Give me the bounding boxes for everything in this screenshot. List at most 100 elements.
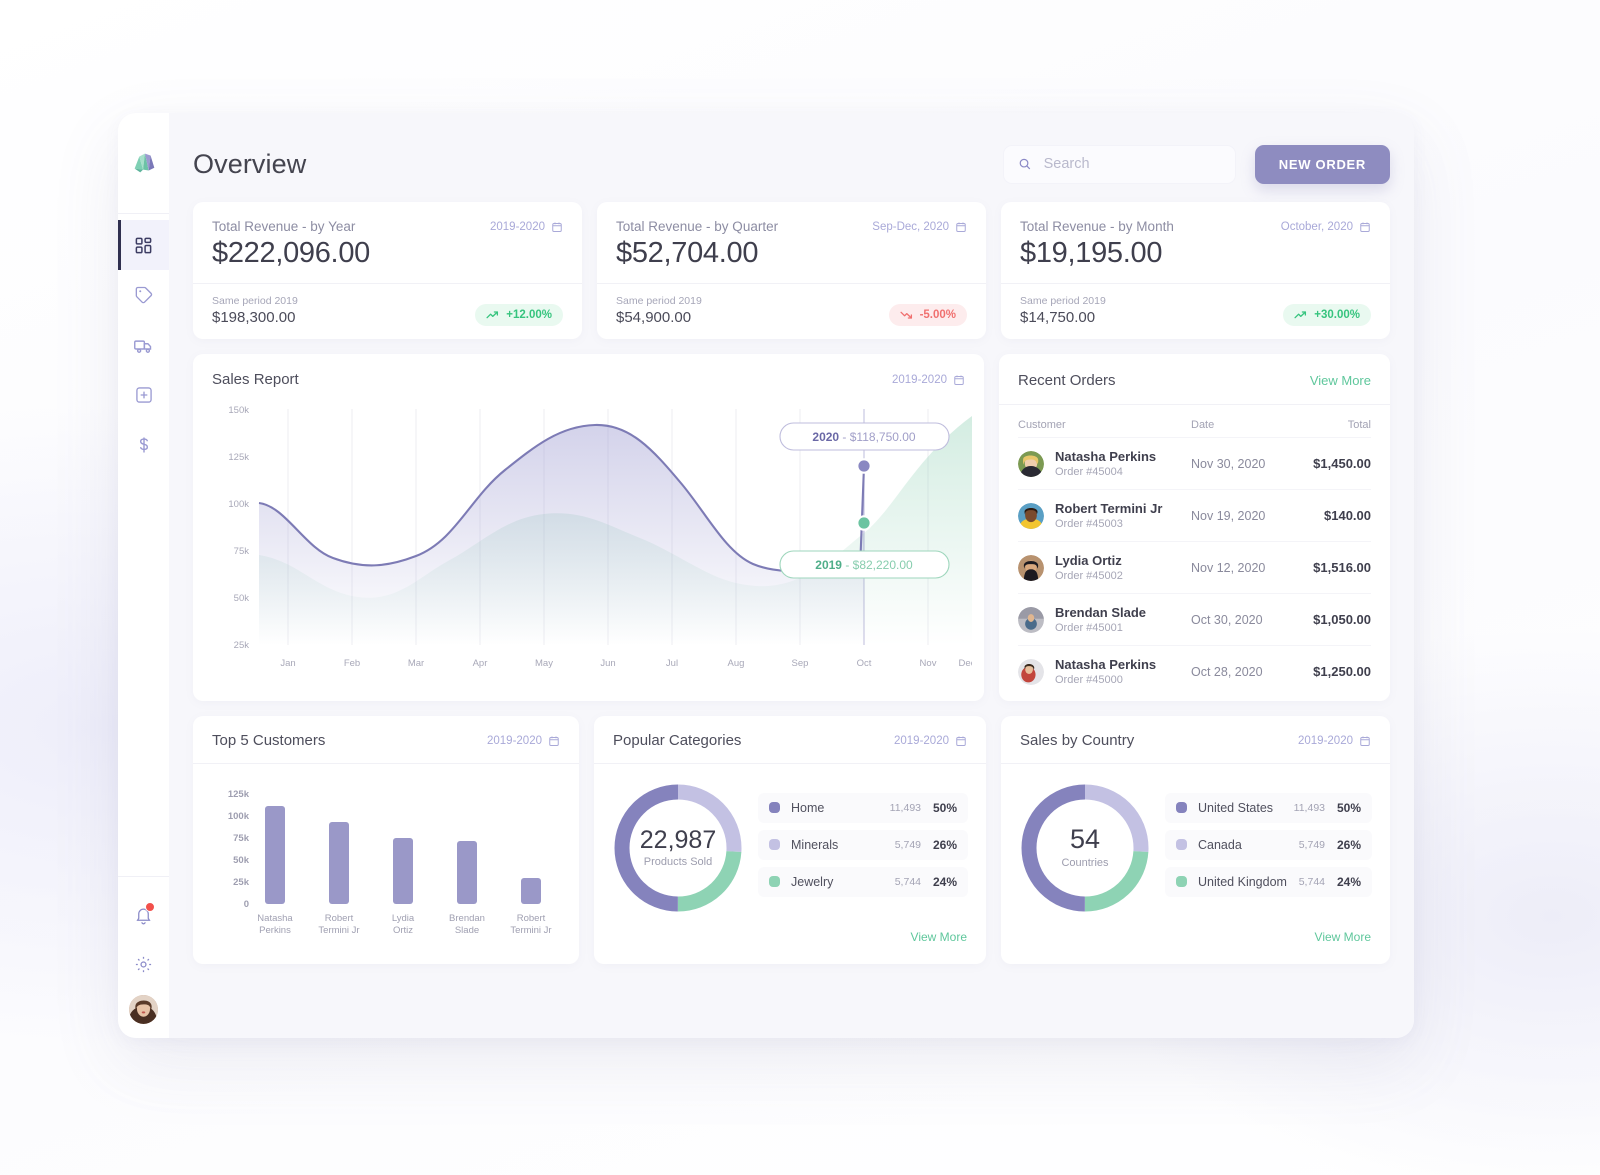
- categories-donut-svg: 22,987 Products Sold: [614, 784, 742, 912]
- calendar-icon: [1360, 736, 1370, 746]
- notifications-button[interactable]: [118, 891, 169, 940]
- legend-item-minerals[interactable]: Minerals 5,749 26%: [758, 829, 968, 860]
- legend-label: Minerals: [791, 837, 839, 852]
- svg-text:25k: 25k: [234, 640, 250, 651]
- calendar-icon: [956, 736, 966, 746]
- tooltip-2019-text: 2019 - $82,220.00: [815, 558, 913, 572]
- order-customer-cell: Lydia Ortiz Order #45002: [1018, 553, 1191, 582]
- bar-robert-termini-jr-2[interactable]: [521, 878, 541, 904]
- column-header-date: Date: [1191, 419, 1215, 431]
- stat-period[interactable]: October, 2020: [1281, 221, 1371, 233]
- order-total: $1,050.00: [1313, 612, 1371, 627]
- sales-by-country-head: Sales by Country 2019-2020: [1001, 716, 1390, 763]
- sidebar-item-shipping[interactable]: [118, 320, 169, 370]
- table-row[interactable]: Natasha Perkins Order #45000 Oct 28, 202…: [1018, 645, 1371, 697]
- legend-item-canada[interactable]: Canada 5,749 26%: [1165, 829, 1372, 860]
- avatar-image: [1018, 658, 1044, 685]
- table-row[interactable]: Lydia Ortiz Order #45002 Nov 12, 2020 $1…: [1018, 541, 1371, 593]
- avatar: [1018, 554, 1044, 581]
- legend-label: Jewelry: [791, 874, 834, 889]
- view-more-orders-link[interactable]: View More: [1310, 373, 1371, 388]
- order-customer-cell: Natasha Perkins Order #45004: [1018, 449, 1191, 478]
- legend-percent: 24%: [932, 874, 957, 889]
- donut-center-label: Products Sold: [644, 856, 712, 868]
- svg-text:Feb: Feb: [344, 658, 360, 669]
- donut-center-value: 22,987: [640, 826, 716, 854]
- stat-sub-label: Same period 2019: [616, 295, 702, 307]
- legend-item-jewelry[interactable]: Jewelry 5,744 24%: [758, 866, 968, 897]
- table-row[interactable]: Natasha Perkins Order #45004 Nov 30, 202…: [1018, 437, 1371, 489]
- trend-up-icon: [486, 311, 499, 319]
- sidebar-item-tag[interactable]: [118, 270, 169, 320]
- truck-icon: [134, 339, 152, 353]
- stat-sub-value: $14,750.00: [1020, 309, 1096, 326]
- view-more-categories-link[interactable]: View More: [594, 928, 986, 959]
- notification-badge-dot: [145, 902, 155, 912]
- view-more-countries-link[interactable]: View More: [1001, 928, 1390, 959]
- bar-brendan-slade[interactable]: [457, 841, 477, 904]
- avatar: [1018, 606, 1044, 633]
- card-period-text: 2019-2020: [892, 373, 947, 386]
- card-period[interactable]: 2019-2020: [487, 735, 560, 747]
- svg-text:50k: 50k: [233, 855, 250, 866]
- card-period[interactable]: 2019-2020: [894, 735, 967, 747]
- new-order-button[interactable]: NEW ORDER: [1254, 144, 1390, 184]
- stat-head: Total Revenue - by Year 2019-2020: [212, 219, 563, 234]
- legend-label: Canada: [1198, 837, 1242, 852]
- svg-text:0: 0: [244, 899, 249, 910]
- order-id: Order #45000: [1055, 674, 1123, 686]
- sidebar-item-billing[interactable]: [118, 420, 169, 470]
- svg-text:Brendan: Brendan: [449, 913, 485, 924]
- app-logo[interactable]: [118, 113, 169, 213]
- legend-item-united-states[interactable]: United States 11,493 50%: [1165, 792, 1372, 823]
- bar-natasha-perkins[interactable]: [265, 806, 285, 904]
- bar-robert-termini-jr-1[interactable]: [329, 822, 349, 904]
- svg-text:Ortiz: Ortiz: [393, 925, 413, 936]
- search-input[interactable]: [1041, 155, 1221, 173]
- card-period[interactable]: 2019-2020: [892, 374, 965, 386]
- order-customer-info: Natasha Perkins Order #45000: [1055, 657, 1156, 686]
- table-row[interactable]: Robert Termini Jr Order #45003 Nov 19, 2…: [1018, 489, 1371, 541]
- topbar: Overview NEW ORDER: [193, 139, 1390, 189]
- legend-count: 5,744: [1298, 875, 1325, 888]
- legend-percent: 24%: [1336, 874, 1361, 889]
- stat-sub: Same period 2019 $198,300.00: [212, 295, 298, 326]
- legend-percent: 26%: [932, 837, 957, 852]
- gear-icon: [135, 956, 152, 973]
- sidebar-item-add[interactable]: [118, 370, 169, 420]
- card-period-text: 2019-2020: [487, 734, 542, 747]
- table-row[interactable]: Brendan Slade Order #45001 Oct 30, 2020 …: [1018, 593, 1371, 645]
- sidebar-item-dashboard[interactable]: [118, 220, 169, 270]
- stat-label: Total Revenue - by Year: [212, 219, 356, 234]
- datapoint-2019[interactable]: [858, 517, 870, 529]
- order-customer-name: Brendan Slade: [1055, 605, 1147, 620]
- avatar-image: [1018, 554, 1044, 581]
- bar-lydia-ortiz[interactable]: [393, 838, 413, 904]
- stat-period[interactable]: Sep-Dec, 2020: [872, 221, 967, 233]
- countries-legend: United States 11,493 50% Canada 5,749 26…: [1155, 792, 1372, 904]
- svg-text:Jan: Jan: [280, 658, 295, 669]
- tooltip-2020: 2020 - $118,750.00: [779, 422, 950, 451]
- card-period[interactable]: 2019-2020: [1298, 735, 1371, 747]
- legend-item-home[interactable]: Home 11,493 50%: [758, 792, 968, 823]
- avatar[interactable]: [129, 995, 158, 1024]
- settings-button[interactable]: [118, 940, 169, 989]
- top-customers-chart: 125k 100k 75k 50k 25k 0 NatashaPerkins: [193, 764, 579, 964]
- legend-count: 11,493: [1293, 801, 1325, 814]
- search-box[interactable]: [1002, 144, 1236, 184]
- order-customer-name: Natasha Perkins: [1055, 449, 1157, 464]
- order-total: $1,250.00: [1313, 664, 1371, 679]
- countries-chart-row: 54 Countries United States 11,493 50% Ca…: [1001, 764, 1390, 928]
- tooltip-2019: 2019 - $82,220.00: [779, 550, 950, 579]
- datapoint-2020[interactable]: [858, 460, 870, 472]
- legend-color-dot: [1176, 839, 1187, 850]
- order-date: Oct 30, 2020: [1191, 612, 1263, 627]
- legend-item-united-kingdom[interactable]: United Kingdom 5,744 24%: [1165, 866, 1372, 897]
- stat-period[interactable]: 2019-2020: [490, 221, 563, 233]
- order-id: Order #45001: [1055, 622, 1123, 634]
- legend-count: 5,749: [1298, 838, 1325, 851]
- legend-count: 5,744: [894, 875, 921, 888]
- stat-period-text: 2019-2020: [490, 220, 545, 233]
- svg-text:Nov: Nov: [920, 658, 937, 669]
- svg-text:Jul: Jul: [666, 658, 678, 669]
